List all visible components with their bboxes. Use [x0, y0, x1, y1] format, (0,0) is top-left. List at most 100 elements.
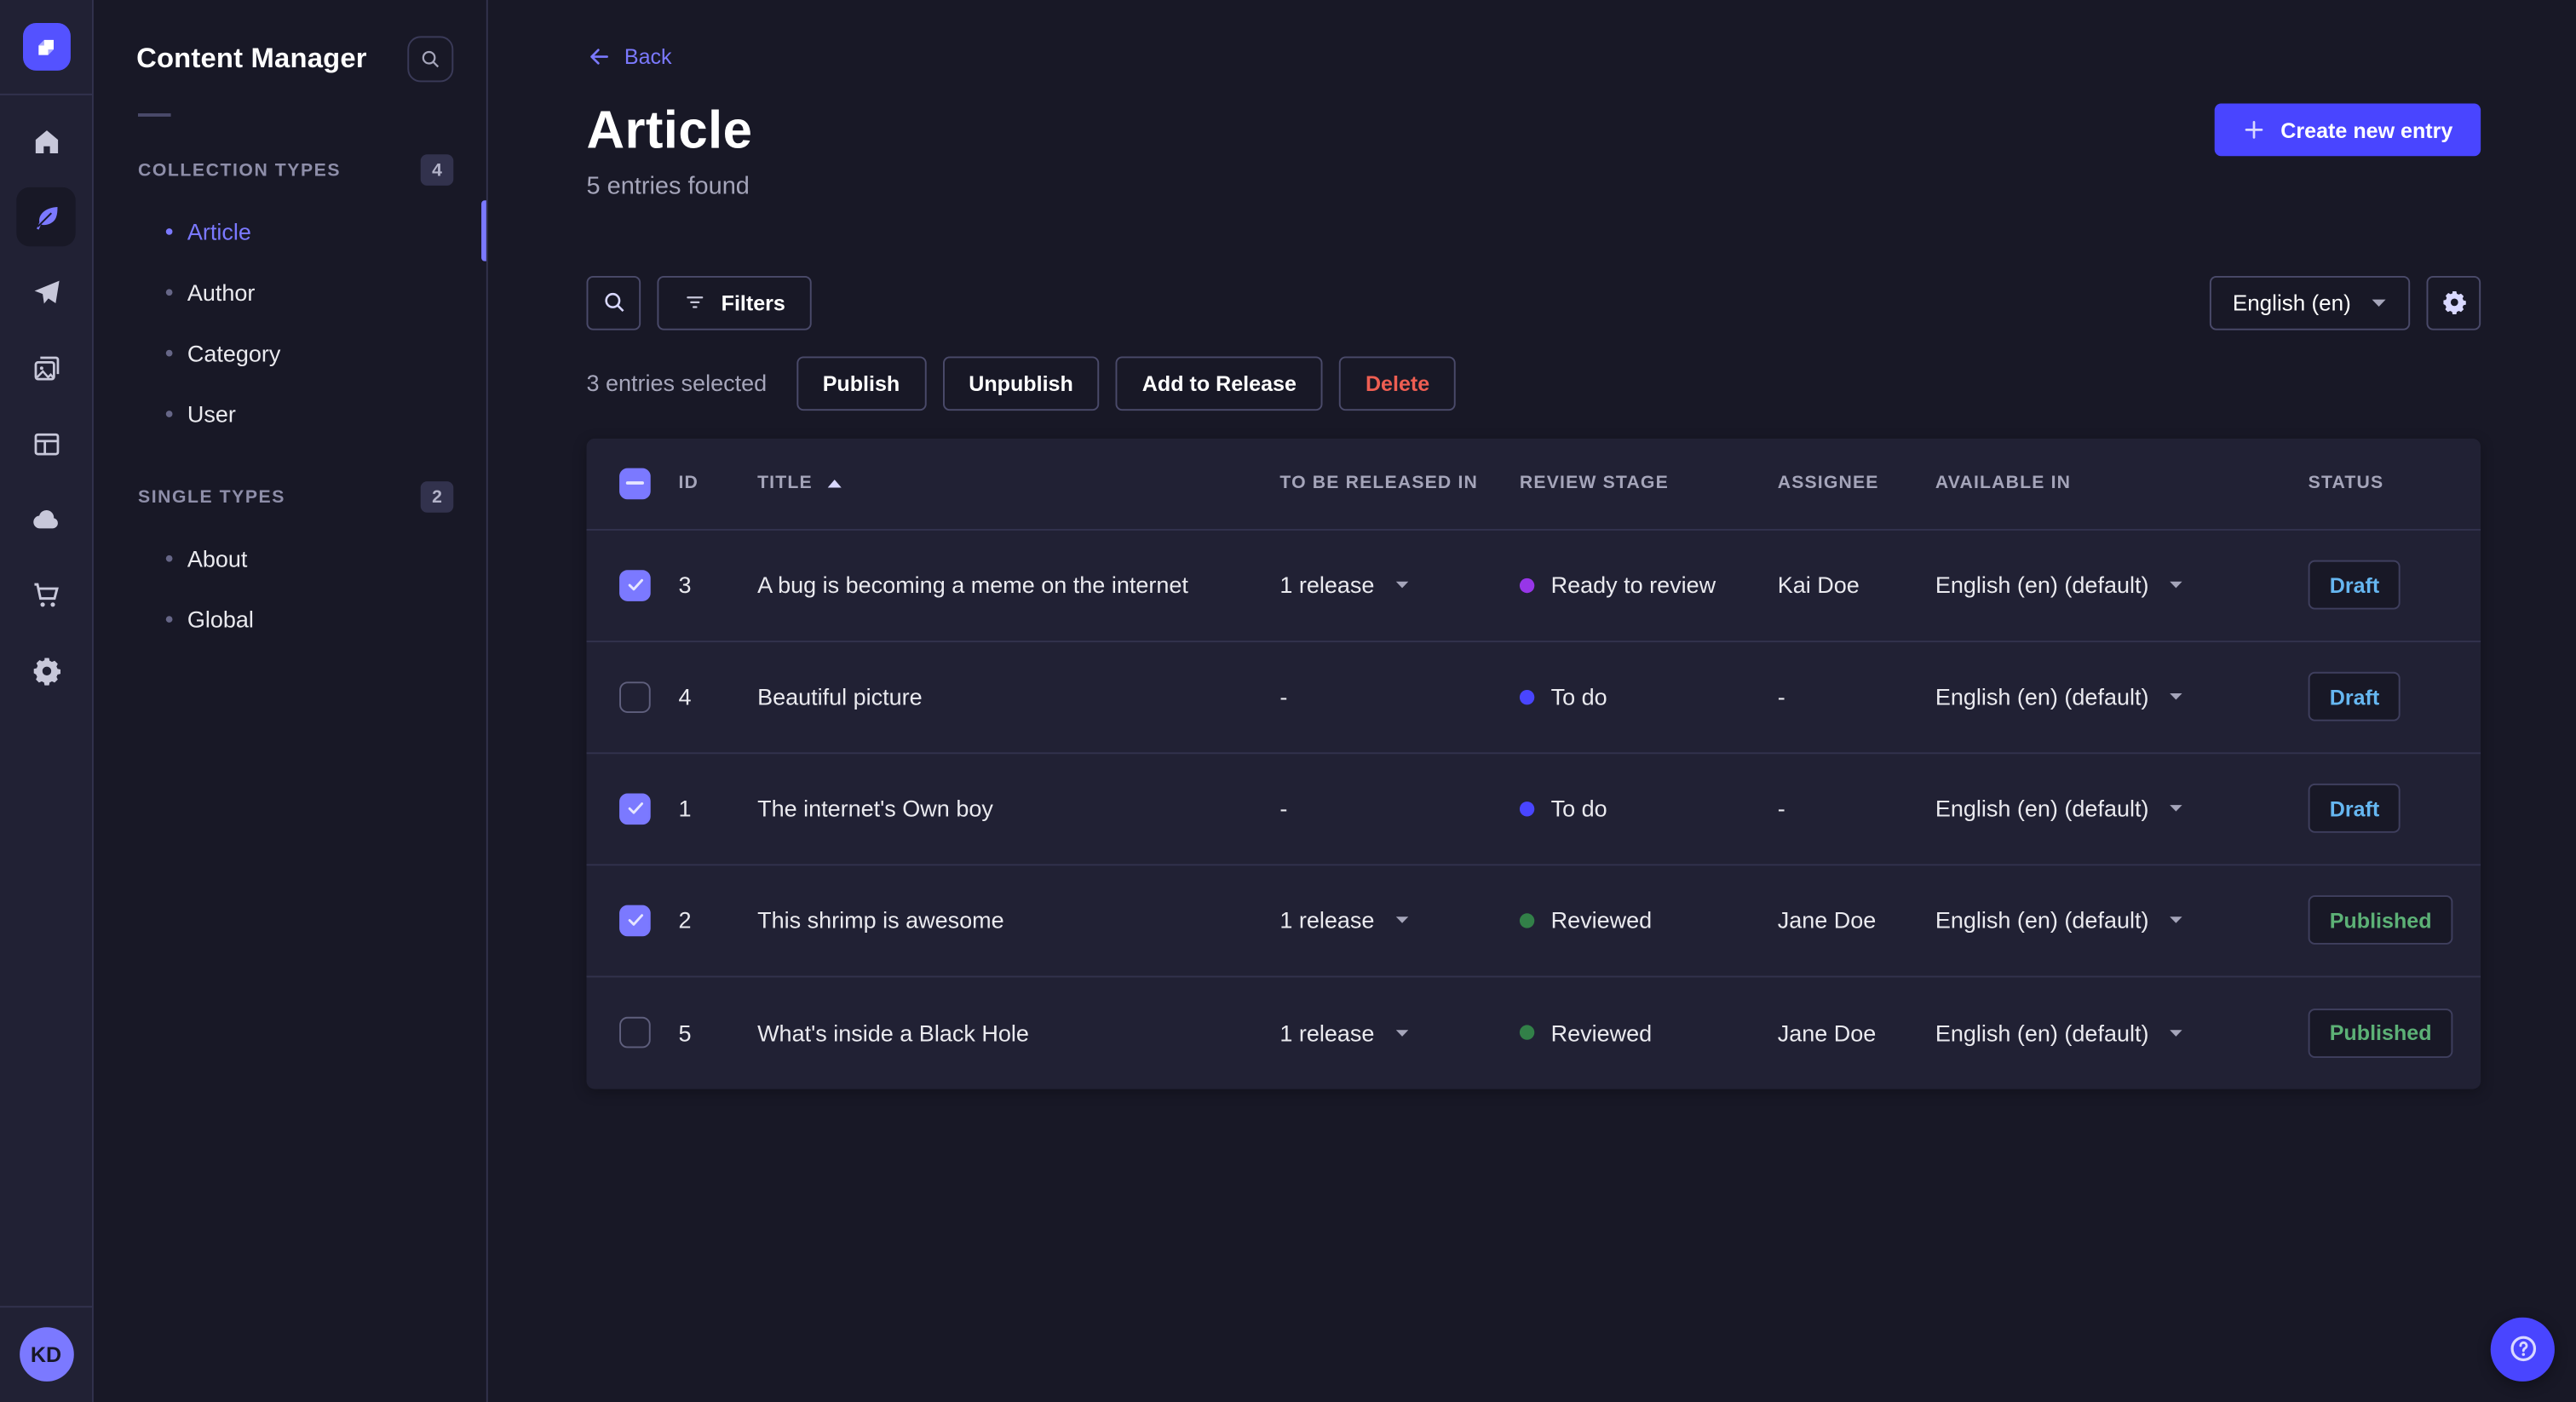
unpublish-button[interactable]: Unpublish [942, 355, 1100, 411]
table-row[interactable]: 1 The internet's Own boy - To do - Engli… [586, 753, 2481, 865]
cell-available-in[interactable]: English (en) (default) [1935, 572, 2309, 598]
cell-release: - [1279, 683, 1288, 710]
rail-item-marketplace[interactable] [16, 565, 75, 623]
rail-item-home[interactable] [16, 112, 75, 170]
cell-review-stage: To do [1519, 796, 1778, 821]
user-avatar[interactable]: KD [19, 1326, 73, 1381]
select-all-checkbox[interactable] [619, 467, 651, 499]
caret-down-icon [1395, 916, 1408, 923]
row-checkbox[interactable] [619, 904, 651, 936]
cell-title: The internet's Own boy [757, 795, 993, 822]
rail-item-content-type-builder[interactable] [16, 414, 75, 473]
single-types-count-badge: 2 [420, 481, 454, 513]
search-icon [604, 293, 624, 313]
rail-item-settings[interactable] [16, 641, 75, 699]
cell-review-stage: Reviewed [1519, 1020, 1778, 1046]
collection-types-label: COLLECTION TYPES [137, 160, 342, 181]
create-new-entry-button[interactable]: Create new entry [2215, 103, 2481, 157]
bullet-icon [165, 615, 173, 622]
column-header-to-be-released-in: TO BE RELEASED IN [1279, 473, 1478, 493]
check-icon [627, 802, 643, 814]
single-types-label: SINGLE TYPES [137, 486, 285, 507]
cart-icon [33, 582, 58, 606]
bullet-icon [165, 554, 173, 561]
caret-down-icon [1395, 581, 1408, 589]
row-checkbox[interactable] [619, 1016, 651, 1049]
bulk-actions-bar: 3 entries selected Publish Unpublish Add… [586, 355, 2481, 411]
help-button[interactable] [2490, 1316, 2555, 1381]
gear-icon [2442, 291, 2465, 315]
table-row[interactable]: 5 What's inside a Black Hole 1 release R… [586, 977, 2481, 1089]
cell-assignee: - [1777, 795, 1785, 822]
subnav-item-article[interactable]: Article [94, 200, 486, 261]
cell-release[interactable]: 1 release [1279, 572, 1520, 598]
subnav-search-button[interactable] [407, 36, 454, 83]
main-content: Back Article Create new entry 5 entries … [488, 0, 2576, 1402]
list-toolbar: Filters English (en) [586, 275, 2481, 330]
status-badge: Published [2308, 1008, 2453, 1058]
column-header-status: STATUS [2308, 473, 2384, 493]
home-icon [34, 129, 58, 152]
check-icon [627, 579, 643, 591]
media-library-icon [33, 355, 59, 380]
subnav-item-category[interactable]: Category [94, 322, 486, 382]
row-checkbox[interactable] [619, 681, 651, 713]
entries-table: ID TITLE TO BE RELEASED IN REVIEW STAGE … [586, 438, 2481, 1089]
cell-review-stage: Reviewed [1519, 907, 1778, 934]
cell-id: 1 [678, 795, 692, 822]
cell-available-in[interactable]: English (en) (default) [1935, 796, 2309, 821]
rail-item-releases[interactable] [16, 263, 75, 322]
rail-item-media-library[interactable] [16, 338, 75, 397]
subnav-item-user[interactable]: User [94, 382, 486, 443]
cell-id: 3 [678, 572, 692, 599]
strapi-logo-icon [38, 38, 54, 55]
table-row[interactable]: 3 A bug is becoming a meme on the intern… [586, 530, 2481, 642]
caret-down-icon [2170, 581, 2182, 589]
filters-button[interactable]: Filters [657, 275, 812, 330]
help-icon [2510, 1336, 2536, 1362]
stage-dot [1519, 912, 1535, 928]
rail-item-content-manager[interactable] [16, 187, 76, 247]
entries-found-text: 5 entries found [586, 171, 750, 200]
caret-down-icon [2170, 1029, 2182, 1037]
cell-release[interactable]: 1 release [1279, 907, 1520, 934]
column-header-title[interactable]: TITLE [757, 474, 1279, 493]
table-row[interactable]: 4 Beautiful picture - To do - English (e… [586, 641, 2481, 754]
table-search-button[interactable] [586, 275, 641, 330]
locale-select[interactable]: English (en) [2209, 275, 2411, 330]
cell-id: 4 [678, 683, 692, 710]
stage-dot [1519, 1025, 1535, 1040]
column-header-assignee: ASSIGNEE [1777, 473, 1879, 493]
feather-icon [36, 206, 57, 229]
subnav-item-about[interactable]: About [94, 527, 486, 588]
cell-available-in[interactable]: English (en) (default) [1935, 683, 2309, 710]
cell-review-stage: Ready to review [1519, 572, 1778, 598]
table-header-row: ID TITLE TO BE RELEASED IN REVIEW STAGE … [586, 438, 2481, 531]
publish-button[interactable]: Publish [796, 355, 927, 411]
row-checkbox[interactable] [619, 792, 651, 825]
cell-release: - [1279, 795, 1288, 822]
subnav-item-global[interactable]: Global [94, 588, 486, 648]
cell-available-in[interactable]: English (en) (default) [1935, 1020, 2309, 1046]
rail-footer: KD [0, 1305, 92, 1402]
table-row[interactable]: 2 This shrimp is awesome 1 release Revie… [586, 865, 2481, 977]
rail-item-deploy[interactable] [16, 490, 75, 549]
row-checkbox[interactable] [619, 569, 651, 601]
view-settings-button[interactable] [2426, 275, 2481, 330]
filter-icon [687, 296, 704, 308]
caret-down-icon [2170, 916, 2182, 923]
delete-button[interactable]: Delete [1339, 355, 1457, 411]
cell-available-in[interactable]: English (en) (default) [1935, 907, 2309, 934]
check-icon [627, 914, 643, 926]
strapi-logo[interactable] [22, 22, 70, 71]
add-to-release-button[interactable]: Add to Release [1115, 355, 1323, 411]
cell-title: A bug is becoming a meme on the internet [757, 572, 1188, 599]
back-link[interactable]: Back [586, 44, 672, 69]
paper-plane-icon [33, 279, 59, 303]
status-badge: Draft [2308, 560, 2401, 610]
status-badge: Draft [2308, 671, 2401, 721]
subnav-item-author[interactable]: Author [94, 261, 486, 322]
stage-dot [1519, 577, 1535, 593]
cell-release[interactable]: 1 release [1279, 1020, 1520, 1046]
stage-dot [1519, 801, 1535, 816]
